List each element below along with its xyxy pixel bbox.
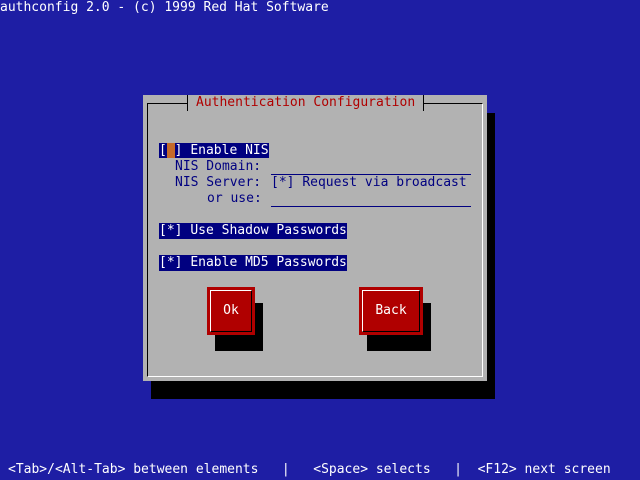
broadcast-checkbox-mark: [*] xyxy=(271,175,295,190)
enable-nis-checkbox[interactable]: [_] Enable NIS xyxy=(159,143,269,159)
shadow-passwords-checkbox[interactable]: [*] Use Shadow Passwords xyxy=(159,223,347,239)
dialog-title: Authentication Configuration xyxy=(187,95,425,111)
md5-passwords-checkbox[interactable]: [*] Enable MD5 Passwords xyxy=(159,255,347,271)
nis-server-label: NIS Server: xyxy=(175,175,262,190)
window-title: authconfig 2.0 - (c) 1999 Red Hat Softwa… xyxy=(0,0,329,15)
or-use-field[interactable] xyxy=(271,191,471,207)
shadow-passwords-label: Use Shadow Passwords xyxy=(190,223,347,238)
or-use-label: or use: xyxy=(207,191,262,206)
nis-domain-field[interactable] xyxy=(271,159,471,175)
broadcast-label: Request via broadcast xyxy=(302,175,467,190)
back-button-label: Back xyxy=(375,303,407,318)
ok-button[interactable]: Ok xyxy=(207,287,255,335)
nis-domain-label: NIS Domain: xyxy=(175,159,262,174)
md5-passwords-label: Enable MD5 Passwords xyxy=(190,255,347,270)
authentication-dialog: Authentication Configuration [_] Enable … xyxy=(143,95,487,381)
broadcast-checkbox[interactable]: [*] Request via broadcast xyxy=(271,175,467,191)
shadow-passwords-mark: [*] xyxy=(159,223,183,238)
ok-button-label: Ok xyxy=(223,303,239,318)
md5-passwords-mark: [*] xyxy=(159,255,183,270)
status-bar: <Tab>/<Alt-Tab> between elements | <Spac… xyxy=(8,462,611,477)
enable-nis-label: Enable NIS xyxy=(190,143,269,158)
back-button[interactable]: Back xyxy=(359,287,423,335)
